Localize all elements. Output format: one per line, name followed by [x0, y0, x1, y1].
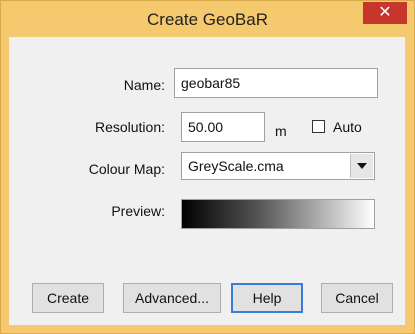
preview-label: Preview:	[111, 203, 165, 219]
name-input[interactable]: geobar85	[174, 68, 378, 98]
chevron-down-icon[interactable]	[350, 154, 373, 178]
resolution-label: Resolution:	[94, 119, 165, 135]
close-icon: ✕	[378, 4, 392, 21]
dialog-title: Create GeoBaR	[147, 10, 268, 29]
colour-map-preview	[181, 199, 375, 229]
auto-label: Auto	[333, 119, 362, 135]
cancel-button[interactable]: Cancel	[321, 283, 393, 313]
colour-map-value: GreyScale.cma	[188, 158, 284, 174]
title-bar: Create GeoBaR ✕	[1, 1, 414, 37]
colour-map-select[interactable]: GreyScale.cma	[181, 152, 375, 180]
dialog-body: Name: geobar85 Resolution: 50.00 m Auto …	[9, 37, 405, 325]
dialog-window: Create GeoBaR ✕ Name: geobar85 Resolutio…	[0, 0, 415, 334]
create-button[interactable]: Create	[32, 283, 104, 313]
name-label: Name:	[123, 77, 165, 93]
close-button[interactable]: ✕	[363, 2, 407, 24]
advanced-button[interactable]: Advanced...	[123, 283, 221, 313]
auto-checkbox[interactable]	[312, 120, 325, 133]
help-button[interactable]: Help	[231, 283, 303, 313]
resolution-unit: m	[275, 123, 287, 139]
resolution-input[interactable]: 50.00	[181, 112, 265, 142]
colour-map-label: Colour Map:	[88, 161, 165, 177]
